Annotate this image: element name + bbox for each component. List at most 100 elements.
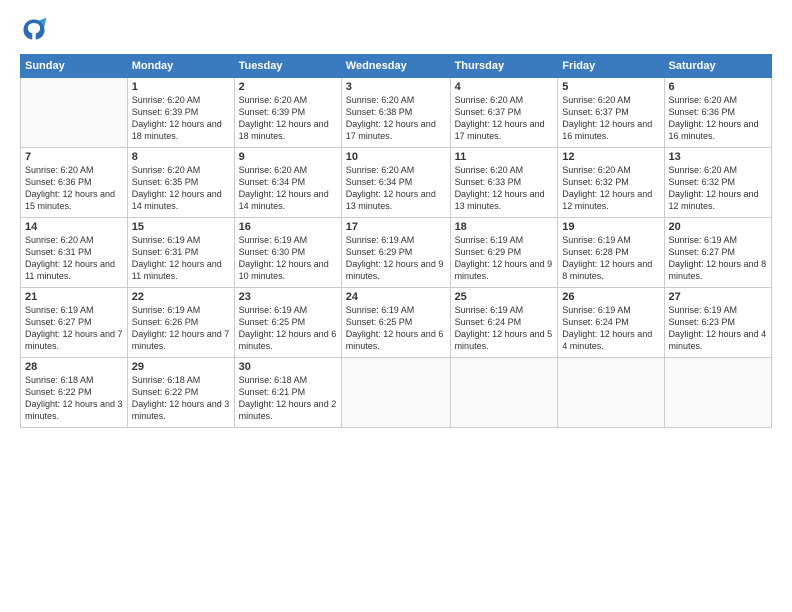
week-row-2: 7Sunrise: 6:20 AMSunset: 6:36 PMDaylight… [21,148,772,218]
weekday-header-wednesday: Wednesday [341,55,450,78]
calendar-cell: 28Sunrise: 6:18 AMSunset: 6:22 PMDayligh… [21,358,128,428]
day-number: 26 [562,291,659,303]
calendar-cell: 5Sunrise: 6:20 AMSunset: 6:37 PMDaylight… [558,78,664,148]
day-number: 1 [132,81,230,93]
day-info: Sunrise: 6:19 AMSunset: 6:29 PMDaylight:… [346,234,446,283]
calendar-cell [664,358,771,428]
calendar-cell: 27Sunrise: 6:19 AMSunset: 6:23 PMDayligh… [664,288,771,358]
day-number: 8 [132,151,230,163]
day-info: Sunrise: 6:20 AMSunset: 6:33 PMDaylight:… [455,164,554,213]
day-info: Sunrise: 6:20 AMSunset: 6:34 PMDaylight:… [346,164,446,213]
calendar-cell [558,358,664,428]
day-number: 29 [132,361,230,373]
weekday-header-tuesday: Tuesday [234,55,341,78]
day-number: 5 [562,81,659,93]
day-number: 2 [239,81,337,93]
day-number: 15 [132,221,230,233]
calendar-cell [21,78,128,148]
calendar-cell: 9Sunrise: 6:20 AMSunset: 6:34 PMDaylight… [234,148,341,218]
calendar-cell [450,358,558,428]
day-number: 4 [455,81,554,93]
day-number: 20 [669,221,767,233]
logo-icon [20,16,48,44]
calendar-cell: 19Sunrise: 6:19 AMSunset: 6:28 PMDayligh… [558,218,664,288]
day-info: Sunrise: 6:20 AMSunset: 6:32 PMDaylight:… [669,164,767,213]
day-number: 13 [669,151,767,163]
day-number: 22 [132,291,230,303]
day-number: 3 [346,81,446,93]
calendar-cell: 22Sunrise: 6:19 AMSunset: 6:26 PMDayligh… [127,288,234,358]
day-number: 28 [25,361,123,373]
day-number: 12 [562,151,659,163]
calendar-cell: 10Sunrise: 6:20 AMSunset: 6:34 PMDayligh… [341,148,450,218]
day-number: 11 [455,151,554,163]
calendar-cell: 3Sunrise: 6:20 AMSunset: 6:38 PMDaylight… [341,78,450,148]
day-info: Sunrise: 6:19 AMSunset: 6:28 PMDaylight:… [562,234,659,283]
day-info: Sunrise: 6:19 AMSunset: 6:24 PMDaylight:… [455,304,554,353]
day-info: Sunrise: 6:19 AMSunset: 6:29 PMDaylight:… [455,234,554,283]
day-info: Sunrise: 6:18 AMSunset: 6:22 PMDaylight:… [132,374,230,423]
calendar-cell: 26Sunrise: 6:19 AMSunset: 6:24 PMDayligh… [558,288,664,358]
weekday-header-friday: Friday [558,55,664,78]
calendar-cell: 7Sunrise: 6:20 AMSunset: 6:36 PMDaylight… [21,148,128,218]
day-number: 17 [346,221,446,233]
day-number: 23 [239,291,337,303]
calendar-cell: 24Sunrise: 6:19 AMSunset: 6:25 PMDayligh… [341,288,450,358]
calendar-cell: 29Sunrise: 6:18 AMSunset: 6:22 PMDayligh… [127,358,234,428]
day-number: 9 [239,151,337,163]
week-row-1: 1Sunrise: 6:20 AMSunset: 6:39 PMDaylight… [21,78,772,148]
day-number: 21 [25,291,123,303]
day-info: Sunrise: 6:20 AMSunset: 6:34 PMDaylight:… [239,164,337,213]
day-number: 25 [455,291,554,303]
header [20,16,772,44]
day-info: Sunrise: 6:20 AMSunset: 6:39 PMDaylight:… [132,94,230,143]
day-info: Sunrise: 6:19 AMSunset: 6:25 PMDaylight:… [346,304,446,353]
calendar-cell: 25Sunrise: 6:19 AMSunset: 6:24 PMDayligh… [450,288,558,358]
calendar-cell: 4Sunrise: 6:20 AMSunset: 6:37 PMDaylight… [450,78,558,148]
weekday-header-saturday: Saturday [664,55,771,78]
calendar: SundayMondayTuesdayWednesdayThursdayFrid… [20,54,772,428]
day-info: Sunrise: 6:20 AMSunset: 6:35 PMDaylight:… [132,164,230,213]
calendar-cell: 12Sunrise: 6:20 AMSunset: 6:32 PMDayligh… [558,148,664,218]
calendar-cell: 8Sunrise: 6:20 AMSunset: 6:35 PMDaylight… [127,148,234,218]
weekday-header-monday: Monday [127,55,234,78]
calendar-cell: 14Sunrise: 6:20 AMSunset: 6:31 PMDayligh… [21,218,128,288]
day-number: 24 [346,291,446,303]
day-info: Sunrise: 6:20 AMSunset: 6:39 PMDaylight:… [239,94,337,143]
day-info: Sunrise: 6:19 AMSunset: 6:25 PMDaylight:… [239,304,337,353]
weekday-header-thursday: Thursday [450,55,558,78]
calendar-cell: 6Sunrise: 6:20 AMSunset: 6:36 PMDaylight… [664,78,771,148]
calendar-cell: 20Sunrise: 6:19 AMSunset: 6:27 PMDayligh… [664,218,771,288]
calendar-cell: 15Sunrise: 6:19 AMSunset: 6:31 PMDayligh… [127,218,234,288]
calendar-cell: 1Sunrise: 6:20 AMSunset: 6:39 PMDaylight… [127,78,234,148]
day-number: 10 [346,151,446,163]
calendar-cell: 13Sunrise: 6:20 AMSunset: 6:32 PMDayligh… [664,148,771,218]
weekday-header-row: SundayMondayTuesdayWednesdayThursdayFrid… [21,55,772,78]
day-number: 27 [669,291,767,303]
day-number: 19 [562,221,659,233]
calendar-cell: 23Sunrise: 6:19 AMSunset: 6:25 PMDayligh… [234,288,341,358]
day-number: 14 [25,221,123,233]
calendar-cell [341,358,450,428]
calendar-cell: 2Sunrise: 6:20 AMSunset: 6:39 PMDaylight… [234,78,341,148]
day-info: Sunrise: 6:20 AMSunset: 6:36 PMDaylight:… [669,94,767,143]
day-info: Sunrise: 6:19 AMSunset: 6:23 PMDaylight:… [669,304,767,353]
day-info: Sunrise: 6:18 AMSunset: 6:22 PMDaylight:… [25,374,123,423]
week-row-3: 14Sunrise: 6:20 AMSunset: 6:31 PMDayligh… [21,218,772,288]
day-info: Sunrise: 6:20 AMSunset: 6:36 PMDaylight:… [25,164,123,213]
calendar-cell: 11Sunrise: 6:20 AMSunset: 6:33 PMDayligh… [450,148,558,218]
day-info: Sunrise: 6:19 AMSunset: 6:24 PMDaylight:… [562,304,659,353]
day-info: Sunrise: 6:19 AMSunset: 6:27 PMDaylight:… [669,234,767,283]
weekday-header-sunday: Sunday [21,55,128,78]
day-info: Sunrise: 6:20 AMSunset: 6:37 PMDaylight:… [455,94,554,143]
day-info: Sunrise: 6:20 AMSunset: 6:37 PMDaylight:… [562,94,659,143]
calendar-cell: 21Sunrise: 6:19 AMSunset: 6:27 PMDayligh… [21,288,128,358]
day-number: 16 [239,221,337,233]
day-number: 18 [455,221,554,233]
day-info: Sunrise: 6:20 AMSunset: 6:31 PMDaylight:… [25,234,123,283]
calendar-cell: 17Sunrise: 6:19 AMSunset: 6:29 PMDayligh… [341,218,450,288]
calendar-cell: 16Sunrise: 6:19 AMSunset: 6:30 PMDayligh… [234,218,341,288]
day-number: 6 [669,81,767,93]
day-info: Sunrise: 6:19 AMSunset: 6:30 PMDaylight:… [239,234,337,283]
page: SundayMondayTuesdayWednesdayThursdayFrid… [0,0,792,612]
